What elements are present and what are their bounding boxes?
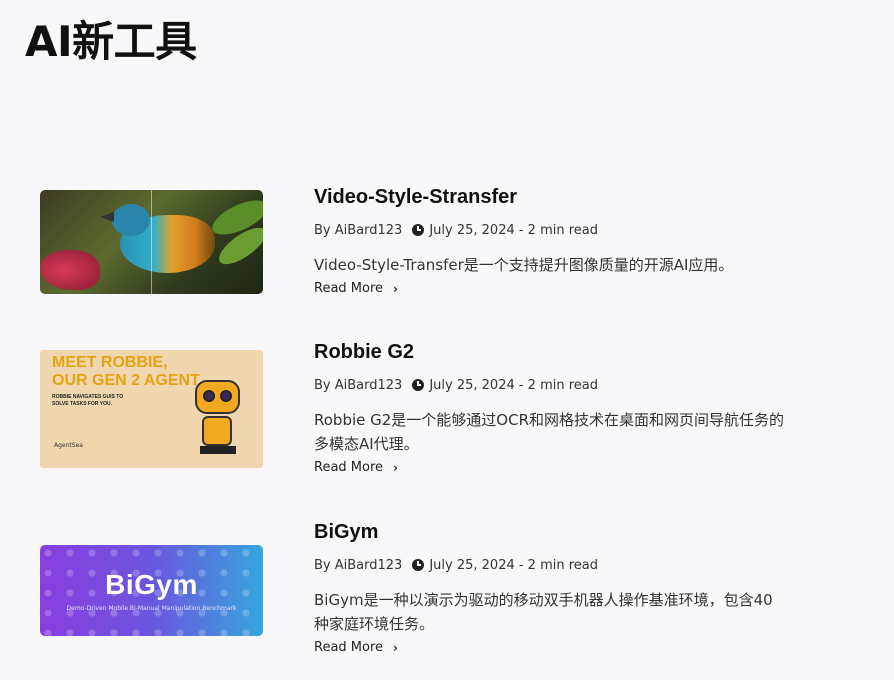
post-date: July 25, 2024 - 2 min read	[429, 222, 599, 238]
post-title[interactable]: BiGym	[314, 518, 794, 546]
robot-icon	[195, 380, 240, 414]
read-more-label: Read More	[314, 460, 384, 475]
post-excerpt: Video-Style-Transfer是一个支持提升图像质量的开源AI应用。	[314, 256, 734, 274]
post-author[interactable]: By AiBard123	[314, 378, 402, 393]
chevron-right-icon: ›	[393, 640, 398, 655]
post-meta: By AiBard123 July 25, 2024 - 2 min read	[314, 376, 794, 394]
post-title[interactable]: Video-Style-Stransfer	[314, 183, 794, 211]
post-meta: By AiBard123 July 25, 2024 - 2 min read	[314, 221, 794, 239]
page-title: AI新工具	[25, 17, 197, 66]
post-meta: By AiBard123 July 25, 2024 - 2 min read	[314, 556, 794, 574]
post-thumbnail-robbie[interactable]: MEET ROBBIE, OUR GEN 2 AGENT ROBBIE NAVI…	[40, 350, 263, 468]
post-excerpt: Robbie G2是一个能够通过OCR和网格技术在桌面和网页间导航任务的多模态A…	[314, 411, 785, 453]
post-date: July 25, 2024 - 2 min read	[429, 557, 599, 573]
thumbnail-tagline: ROBBIE NAVIGATES GUIS TO SOLVE TASKS FOR…	[52, 394, 124, 407]
read-more-label: Read More	[314, 281, 384, 296]
thumbnail-headline: BiGym	[105, 569, 198, 600]
read-more-link[interactable]: Read More ›	[314, 460, 398, 475]
clock-icon	[412, 224, 425, 236]
thumbnail-tagline: Demo-Driven Mobile Bi-Manual Manipulatio…	[66, 605, 237, 612]
post-author[interactable]: By AiBard123	[314, 558, 402, 573]
read-more-link[interactable]: Read More ›	[314, 281, 398, 296]
chevron-right-icon: ›	[393, 281, 398, 296]
post-thumbnail-bird[interactable]	[40, 190, 263, 294]
thumbnail-logo: AgentSea	[54, 442, 83, 449]
post-excerpt: BiGym是一种以演示为驱动的移动双手机器人操作基准环境，包含40种家庭环境任务…	[314, 591, 773, 633]
read-more-label: Read More	[314, 640, 384, 655]
post-author[interactable]: By AiBard123	[314, 223, 402, 238]
post-title[interactable]: Robbie G2	[314, 338, 794, 366]
post-date: July 25, 2024 - 2 min read	[429, 377, 599, 393]
post-thumbnail-bigym[interactable]: BiGym Demo-Driven Mobile Bi-Manual Manip…	[40, 545, 263, 636]
clock-icon	[412, 559, 425, 571]
clock-icon	[412, 379, 425, 391]
thumbnail-headline: MEET ROBBIE, OUR GEN 2 AGENT	[52, 354, 200, 389]
read-more-link[interactable]: Read More ›	[314, 640, 398, 655]
chevron-right-icon: ›	[393, 460, 398, 475]
